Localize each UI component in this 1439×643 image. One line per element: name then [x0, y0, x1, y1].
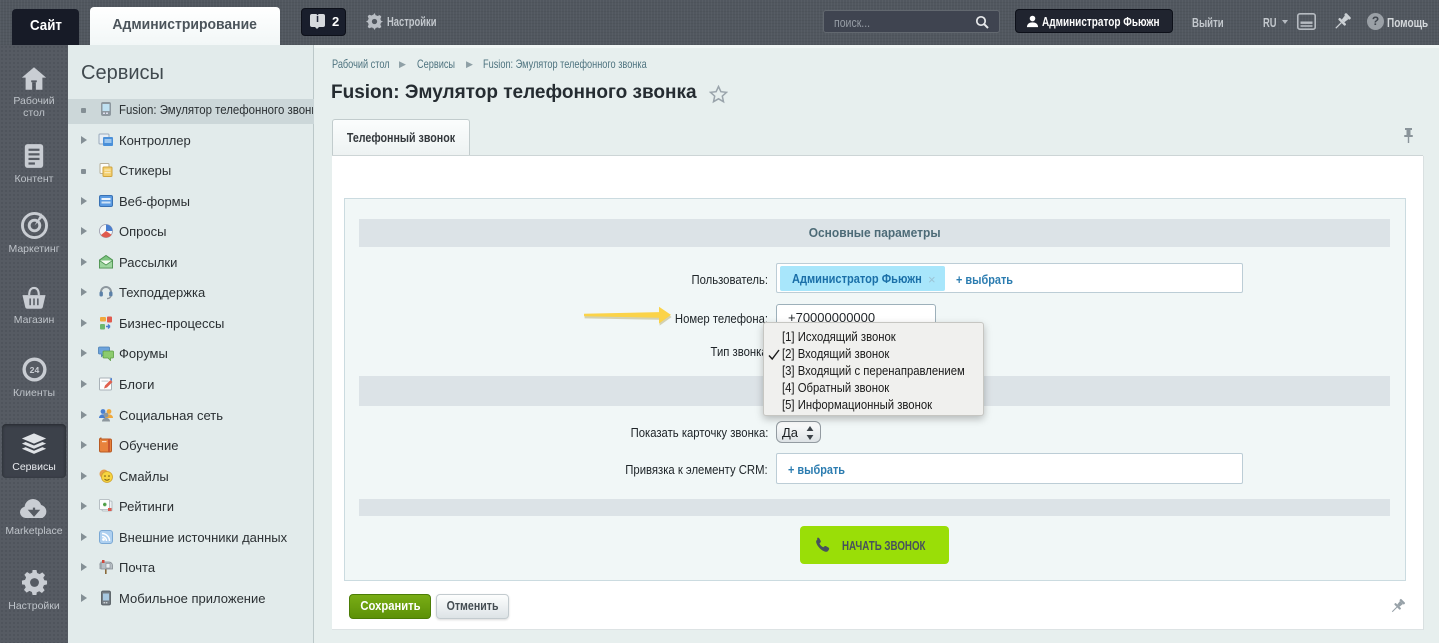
svg-text:24: 24 [29, 365, 39, 375]
